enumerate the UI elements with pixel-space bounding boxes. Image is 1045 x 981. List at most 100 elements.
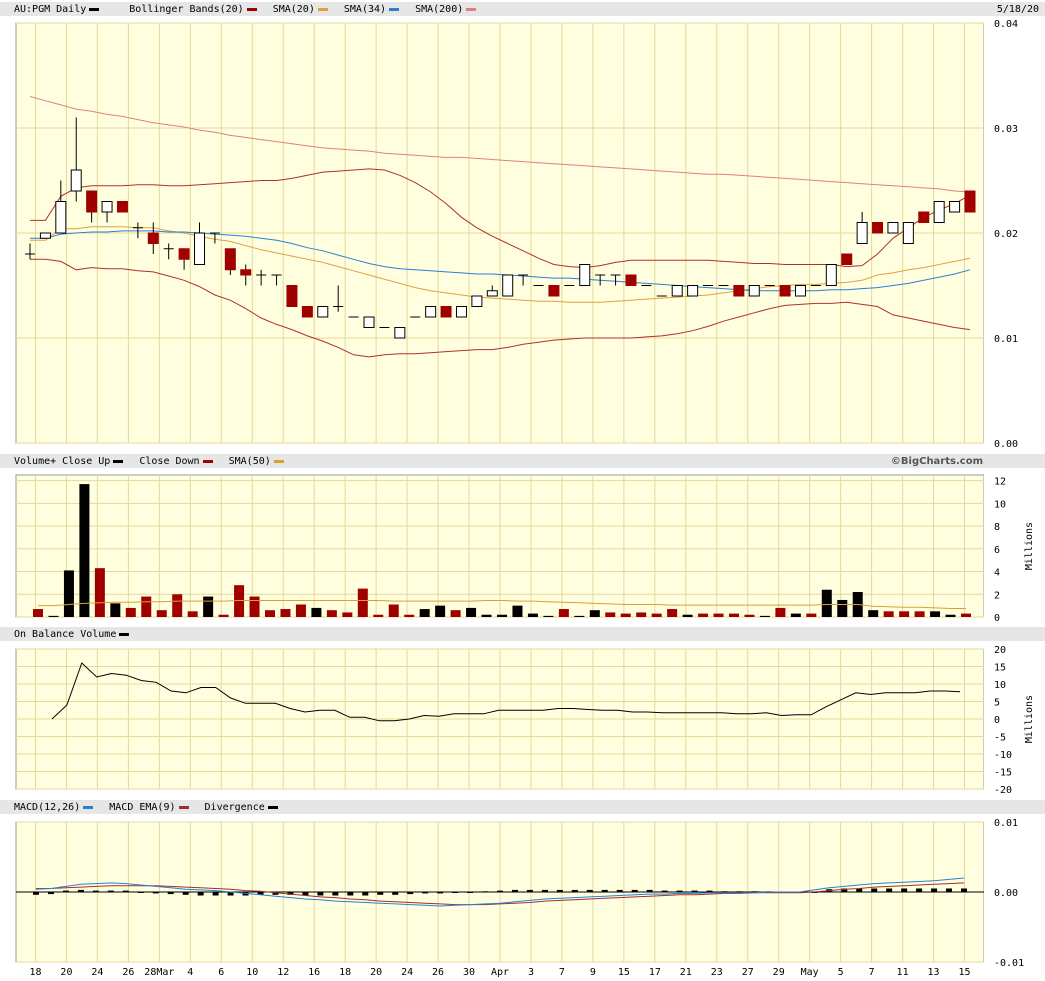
macd-y-tick: -0.01 (994, 958, 1024, 969)
divergence-bar (77, 889, 84, 892)
divergence-bar (317, 892, 324, 896)
legend-divergence: Divergence (205, 802, 278, 813)
x-tick-label: 16 (308, 967, 320, 978)
x-tick-label: May (801, 967, 819, 978)
candle-body (224, 248, 236, 271)
volume-bar (326, 610, 337, 617)
divergence-bar (33, 892, 39, 895)
legend-volume-up: Volume+ Close Up (14, 456, 124, 467)
volume-bar (729, 613, 739, 617)
candle-body (964, 190, 976, 213)
candle-body (363, 316, 375, 328)
divergence-bar (526, 889, 533, 892)
x-tick-label: 11 (897, 967, 909, 978)
volume-legend-bar: Volume+ Close Up Close Down SMA(50) ©Big… (0, 454, 1045, 468)
volume-y-tick: 2 (994, 590, 1000, 601)
volume-bar (156, 610, 167, 617)
divergence-bar (497, 890, 503, 892)
volume-bar (759, 615, 770, 617)
volume-bar (172, 594, 183, 617)
legend-sma34: SMA(34) (344, 4, 400, 15)
volume-bar (883, 611, 894, 617)
volume-bar (33, 609, 43, 617)
volume-legend: Volume+ Close Up Close Down SMA(50) (14, 456, 294, 467)
divergence-bar (916, 888, 923, 892)
volume-bar (94, 568, 105, 617)
candle-body (425, 306, 437, 318)
candle-body (486, 290, 498, 297)
candle-body (856, 222, 868, 244)
volume-bar (837, 599, 848, 617)
divergence-bar (377, 892, 384, 895)
candle-body (101, 201, 113, 213)
x-tick-label: 7 (869, 967, 875, 978)
volume-bar (110, 603, 121, 617)
divergence-bar (571, 889, 578, 892)
copyright: ©BigCharts.com (890, 456, 983, 467)
divergence-bar (467, 892, 474, 893)
divergence-bar (152, 892, 159, 894)
candle-body (86, 190, 98, 213)
divergence-bar (332, 892, 339, 896)
candle-body (902, 222, 914, 244)
chart-panels: 0.040.030.020.010.00121086420Millions201… (15, 19, 1044, 978)
legend-volume-down: Close Down (139, 456, 213, 467)
candle-body (194, 232, 206, 265)
divergence-bar (556, 889, 563, 892)
divergence-bar (601, 889, 608, 892)
macd-y-tick: 0.01 (994, 818, 1018, 829)
divergence-bar (736, 891, 743, 893)
candle-body (39, 232, 51, 239)
candle-body (887, 222, 899, 234)
divergence-bar (122, 890, 129, 892)
divergence-bar (871, 888, 878, 892)
x-tick-label: 23 (711, 967, 723, 978)
obv-y-tick: -10 (994, 750, 1012, 761)
volume-bar (868, 610, 879, 617)
volume-bar (589, 610, 600, 617)
divergence-bar (586, 889, 593, 892)
volume-bar (450, 610, 461, 617)
volume-bar (280, 609, 291, 617)
x-tick-label: 29 (773, 967, 785, 978)
volume-bar (419, 609, 430, 617)
obv-panel-axis-area (984, 649, 1044, 789)
obv-y-tick: 5 (994, 698, 1000, 709)
divergence-bar (676, 890, 683, 892)
divergence-bar (706, 890, 713, 892)
candle-body (687, 285, 699, 297)
divergence-bar (197, 892, 204, 896)
volume-y-tick: 12 (994, 477, 1006, 488)
x-tick-label: 3 (528, 967, 534, 978)
legend-macd-ema: MACD EMA(9) (109, 802, 189, 813)
legend-symbol: AU:PGM Daily (14, 4, 100, 15)
volume-bar (218, 614, 229, 617)
x-tick-label: 20 (370, 967, 382, 978)
x-tick-label: 5 (838, 967, 844, 978)
x-tick-label: 20 (60, 967, 72, 978)
x-tick-label: 30 (463, 967, 475, 978)
divergence-bar (347, 892, 354, 896)
candle-body (116, 201, 128, 213)
volume-bar (187, 611, 198, 617)
x-tick-label: 9 (590, 967, 596, 978)
volume-bar (265, 610, 275, 617)
volume-axis-label: Millions (1024, 522, 1035, 570)
divergence-bar (212, 892, 219, 896)
obv-y-tick: 0 (994, 715, 1000, 726)
volume-bar (574, 615, 585, 617)
candle-body (825, 264, 837, 286)
divergence-bar (886, 888, 893, 892)
price-y-tick: 0.04 (994, 19, 1018, 30)
x-tick-label: Apr (491, 967, 509, 978)
obv-legend-bar: On Balance Volume (0, 627, 1045, 641)
volume-bar (899, 611, 910, 617)
volume-bar (651, 613, 662, 617)
divergence-bar (47, 892, 54, 895)
obv-y-tick: 20 (994, 645, 1006, 656)
x-tick-label: 12 (277, 967, 289, 978)
price-y-tick: 0.01 (994, 334, 1018, 345)
volume-bar (203, 596, 214, 617)
volume-bar (945, 614, 956, 617)
x-tick-label: 13 (928, 967, 940, 978)
